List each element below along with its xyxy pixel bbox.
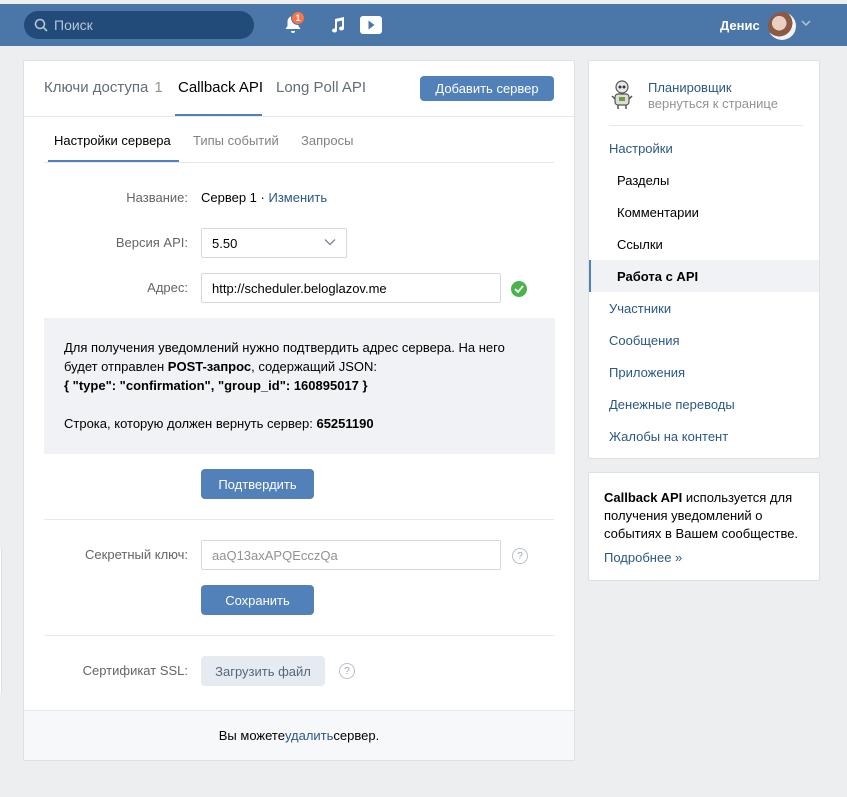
chevron-down-icon bbox=[324, 239, 336, 246]
top-bar: 1 Денис bbox=[0, 4, 847, 46]
sidebar-item-money-transfers[interactable]: Денежные переводы bbox=[589, 388, 819, 420]
user-name[interactable]: Денис bbox=[720, 18, 760, 33]
subtab-event-types[interactable]: Типы событий bbox=[193, 133, 279, 148]
api-version-value: 5.50 bbox=[212, 235, 238, 251]
divider bbox=[44, 635, 554, 636]
api-tabs: Ключи доступа 1 Callback API Long Poll AP… bbox=[24, 61, 574, 117]
music-icon[interactable] bbox=[326, 14, 350, 36]
divider bbox=[44, 519, 554, 520]
subtab-server-settings[interactable]: Настройки сервера bbox=[54, 133, 171, 148]
settings-sidebar: Планировщик вернуться к странице Настрой… bbox=[588, 60, 820, 459]
server-name: Сервер 1 · Изменить bbox=[201, 190, 327, 205]
video-icon[interactable] bbox=[359, 14, 383, 36]
active-tab-indicator bbox=[175, 114, 262, 116]
tab-long-poll-api[interactable]: Long Poll API bbox=[276, 79, 366, 96]
confirmation-json: { "type": "confirmation", "group_id": 16… bbox=[64, 378, 368, 393]
robot-avatar-icon[interactable] bbox=[606, 78, 638, 110]
ssl-label: Сертификат SSL: bbox=[82, 663, 188, 678]
name-label: Название: bbox=[126, 190, 188, 205]
server-name-value: Сервер 1 bbox=[201, 190, 257, 205]
back-to-page-link[interactable]: вернуться к странице bbox=[648, 96, 778, 111]
callback-help-box: Callback API используется для получения … bbox=[588, 472, 820, 581]
confirmation-info-box: Для получения уведомлений нужно подтверд… bbox=[44, 318, 555, 454]
confirmation-text: Для получения уведомлений нужно подтверд… bbox=[64, 340, 505, 374]
check-icon bbox=[511, 281, 527, 297]
group-name-link[interactable]: Планировщик bbox=[648, 80, 732, 95]
change-name-link[interactable]: Изменить bbox=[268, 190, 327, 205]
help-text: Callback API используется для получения … bbox=[604, 490, 799, 541]
return-value: 65251190 bbox=[316, 416, 374, 431]
address-field[interactable] bbox=[201, 273, 501, 303]
sidebar-item-messages[interactable]: Сообщения bbox=[589, 324, 819, 356]
tab-count: 1 bbox=[154, 79, 163, 96]
tab-callback-api[interactable]: Callback API bbox=[178, 79, 263, 96]
search-box[interactable] bbox=[24, 11, 254, 39]
server-subtabs: Настройки сервера Типы событий Запросы bbox=[44, 117, 554, 163]
add-server-button[interactable]: Добавить сервер bbox=[420, 76, 554, 101]
learn-more-link[interactable]: Подробнее » bbox=[604, 549, 805, 567]
secret-key-input[interactable] bbox=[212, 547, 492, 563]
active-subtab-indicator bbox=[48, 160, 179, 162]
sidebar-item-members[interactable]: Участники bbox=[589, 292, 819, 324]
confirm-button[interactable]: Подтвердить bbox=[201, 469, 314, 499]
user-avatar[interactable] bbox=[768, 12, 796, 40]
sidebar-item-apps[interactable]: Приложения bbox=[589, 356, 819, 388]
save-button[interactable]: Сохранить bbox=[201, 585, 314, 615]
sidebar-item-links[interactable]: Ссылки bbox=[589, 228, 819, 260]
subtab-requests[interactable]: Запросы bbox=[301, 133, 353, 148]
sidebar-item-api[interactable]: Работа с API bbox=[589, 260, 819, 292]
help-icon[interactable]: ? bbox=[339, 663, 355, 679]
notification-badge: 1 bbox=[291, 11, 305, 25]
callback-api-panel: Ключи доступа 1 Callback API Long Poll AP… bbox=[23, 60, 575, 761]
delete-server-link[interactable]: удалить bbox=[285, 728, 333, 743]
sidebar-item-sections[interactable]: Разделы bbox=[589, 164, 819, 196]
upload-file-button[interactable]: Загрузить файл bbox=[201, 656, 325, 686]
footer: Вы можете удалить сервер. bbox=[24, 710, 574, 760]
left-edge-panel bbox=[0, 549, 2, 694]
sidebar-item-comments[interactable]: Комментарии bbox=[589, 196, 819, 228]
tab-access-keys[interactable]: Ключи доступа 1 bbox=[44, 79, 163, 96]
return-string: Строка, которую должен вернуть сервер: 6… bbox=[64, 416, 374, 431]
help-icon[interactable]: ? bbox=[512, 548, 528, 564]
api-version-select[interactable]: 5.50 bbox=[201, 228, 347, 258]
address-input[interactable] bbox=[212, 280, 492, 296]
api-version-label: Версия API: bbox=[115, 235, 188, 250]
sidebar-item-settings[interactable]: Настройки bbox=[589, 132, 819, 164]
chevron-down-icon[interactable] bbox=[801, 19, 811, 27]
secret-key-label: Секретный ключ: bbox=[85, 547, 188, 562]
secret-key-field[interactable] bbox=[201, 540, 501, 570]
sidebar-item-content-reports[interactable]: Жалобы на контент bbox=[589, 420, 819, 452]
search-icon bbox=[34, 18, 48, 32]
search-input[interactable] bbox=[54, 17, 234, 33]
name-separator: · bbox=[256, 190, 269, 205]
post-request-text: POST-запрос bbox=[167, 359, 252, 374]
divider bbox=[609, 125, 803, 126]
address-label: Адрес: bbox=[147, 280, 188, 295]
